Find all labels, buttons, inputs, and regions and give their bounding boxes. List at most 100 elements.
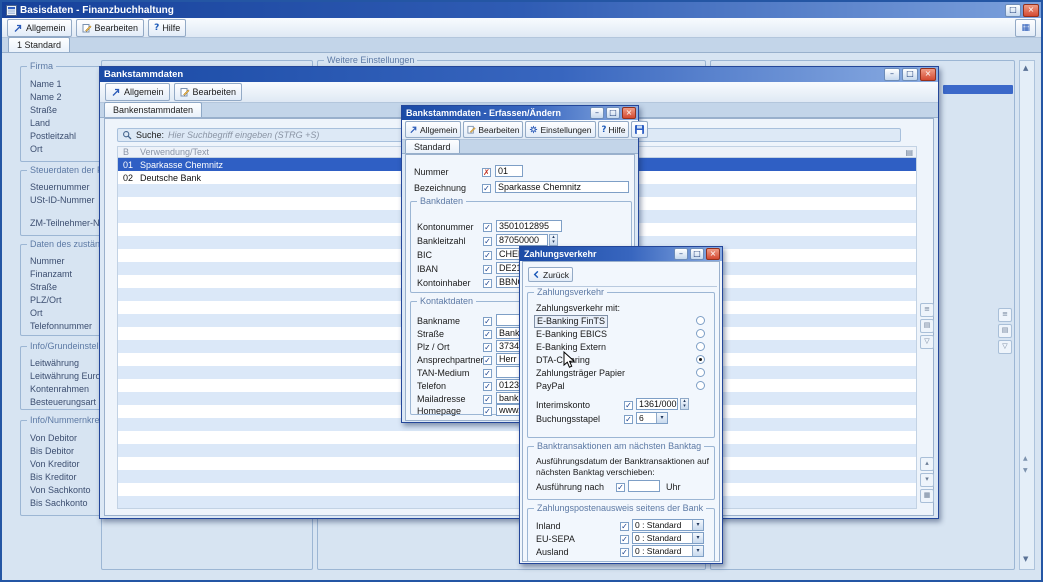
- ausfuehrung-input[interactable]: [628, 480, 660, 492]
- zurueck-button[interactable]: Zurück: [528, 267, 573, 282]
- scroll-up-icon[interactable]: ▲: [1023, 64, 1028, 72]
- bankname-checkbox[interactable]: ✓: [483, 317, 492, 326]
- vertical-scrollbar[interactable]: ▲ ▲ ▼ ▼: [1019, 60, 1035, 570]
- stepper-down-icon[interactable]: ▾: [550, 240, 557, 245]
- document-icon[interactable]: ▤: [998, 324, 1012, 338]
- menu-bearbeiten-button[interactable]: Bearbeiten: [463, 121, 523, 138]
- menu-hilfe-button[interactable]: ? Hilfe: [598, 121, 630, 138]
- bank-list-titlebar[interactable]: Bankstammdaten – □ ×: [100, 67, 938, 82]
- interimskonto-stepper[interactable]: ▴▾: [680, 398, 689, 410]
- ausfuehrung-checkbox[interactable]: ✓: [616, 483, 625, 492]
- nummer-lock-checkbox[interactable]: ✗: [482, 168, 491, 177]
- stepper-down-icon[interactable]: ▾: [681, 404, 688, 409]
- tab-bankenstammdaten[interactable]: Bankenstammdaten: [104, 102, 202, 117]
- option-zahlungstraeger-papier[interactable]: Zahlungsträger Papier: [536, 368, 625, 379]
- document-icon[interactable]: ▤: [905, 148, 916, 157]
- maximize-button[interactable]: □: [902, 68, 918, 81]
- list-icon[interactable]: ≡: [998, 308, 1012, 322]
- bankleitzahl-stepper[interactable]: ▴▾: [549, 234, 558, 246]
- radio-paypal[interactable]: [696, 381, 705, 390]
- eusepa-select[interactable]: 0 : Standard ▾: [632, 532, 704, 544]
- grid-icon[interactable]: ▦: [920, 489, 934, 503]
- minimize-button[interactable]: –: [590, 107, 604, 119]
- interimskonto-input[interactable]: 1361/000: [636, 398, 678, 410]
- maximize-button[interactable]: □: [606, 107, 620, 119]
- homepage-checkbox[interactable]: ✓: [483, 407, 492, 416]
- bic-checkbox[interactable]: ✓: [483, 251, 492, 260]
- buchungsstapel-select[interactable]: 6 ▾: [636, 412, 668, 424]
- bankleitzahl-checkbox[interactable]: ✓: [483, 237, 492, 246]
- uhr-label: Uhr: [666, 482, 681, 493]
- bankleitzahl-input[interactable]: 87050000: [496, 234, 548, 246]
- radio-ebanking-extern[interactable]: [696, 342, 705, 351]
- mailadresse-label: Mailadresse: [417, 394, 466, 405]
- page-up-icon[interactable]: ▲: [1023, 455, 1028, 462]
- radio-ebanking-ebics[interactable]: [696, 329, 705, 338]
- zahlungsverkehr-titlebar[interactable]: Zahlungsverkehr – □ ×: [520, 247, 722, 261]
- option-paypal[interactable]: PayPal: [536, 381, 565, 392]
- mailadresse-checkbox[interactable]: ✓: [483, 395, 492, 404]
- option-ebanking-ebics[interactable]: E-Banking EBICS: [536, 329, 607, 340]
- menu-bearbeiten-button[interactable]: Bearbeiten: [174, 83, 243, 101]
- option-ebanking-fints[interactable]: E-Banking FinTS: [534, 315, 608, 328]
- bezeichnung-checkbox[interactable]: ✓: [482, 184, 491, 193]
- radio-dta-clearing-selected[interactable]: [696, 355, 705, 364]
- maximize-button[interactable]: □: [690, 248, 704, 260]
- close-button[interactable]: ×: [622, 107, 636, 119]
- zahlungsverkehr-fieldset: Zahlungsverkehr Zahlungsverkehr mit: E-B…: [527, 292, 715, 438]
- down-icon[interactable]: ▾: [920, 473, 934, 487]
- bezeichnung-input[interactable]: Sparkasse Chemnitz: [495, 181, 629, 193]
- telefon-checkbox[interactable]: ✓: [483, 382, 492, 391]
- nummer-input[interactable]: 01: [495, 165, 523, 177]
- up-icon[interactable]: ▴: [920, 457, 934, 471]
- document-icon[interactable]: ▤: [920, 319, 934, 333]
- highlighted-row[interactable]: [943, 85, 1013, 94]
- menu-bearbeiten-button[interactable]: Bearbeiten: [76, 19, 145, 37]
- buchungsstapel-checkbox[interactable]: ✓: [624, 415, 633, 424]
- menu-allgemein-button[interactable]: Allgemein: [7, 19, 72, 37]
- menu-einstellungen-button[interactable]: Einstellungen: [525, 121, 595, 138]
- close-button[interactable]: ×: [1023, 4, 1039, 17]
- menu-allgemein-button[interactable]: Allgemein: [405, 121, 461, 138]
- radio-ebanking-fints[interactable]: [696, 316, 705, 325]
- save-button[interactable]: [631, 121, 648, 138]
- close-button[interactable]: ×: [706, 248, 720, 260]
- row-name: Sparkasse Chemnitz: [140, 160, 223, 170]
- chevron-down-icon: ▾: [692, 533, 703, 543]
- banktag-text-1: Ausführungsdatum der Banktransaktionen a…: [536, 456, 709, 467]
- kontoinhaber-checkbox[interactable]: ✓: [483, 279, 492, 288]
- ausland-select[interactable]: 0 : Standard ▾: [632, 545, 704, 557]
- tab-1-standard[interactable]: 1 Standard: [8, 37, 70, 52]
- list-icon[interactable]: ≡: [920, 303, 934, 317]
- minimize-button[interactable]: –: [884, 68, 900, 81]
- ansprechpartner-label: Ansprechpartner: [417, 355, 484, 366]
- kontonummer-input[interactable]: 3501012895: [496, 220, 562, 232]
- inland-select[interactable]: 0 : Standard ▾: [632, 519, 704, 531]
- maximize-button[interactable]: □: [1005, 4, 1021, 17]
- minimize-button[interactable]: –: [674, 248, 688, 260]
- main-titlebar[interactable]: Basisdaten - Finanzbuchhaltung □ ×: [2, 2, 1041, 18]
- menu-hilfe-button[interactable]: ? Hilfe: [148, 19, 186, 37]
- filter-icon[interactable]: ▽: [998, 340, 1012, 354]
- postenausweis-fieldset: Zahlungspostenausweis seitens der Bank I…: [527, 508, 715, 562]
- layout-button[interactable]: ▦: [1015, 19, 1036, 37]
- ansprechpartner-checkbox[interactable]: ✓: [483, 356, 492, 365]
- filter-icon[interactable]: ▽: [920, 335, 934, 349]
- scroll-down-icon[interactable]: ▼: [1023, 555, 1028, 563]
- tab-standard[interactable]: Standard: [405, 139, 460, 153]
- inland-checkbox[interactable]: ✓: [620, 522, 629, 531]
- eusepa-checkbox[interactable]: ✓: [620, 535, 629, 544]
- menu-allgemein-button[interactable]: Allgemein: [105, 83, 170, 101]
- iban-checkbox[interactable]: ✓: [483, 265, 492, 274]
- tanmedium-checkbox[interactable]: ✓: [483, 369, 492, 378]
- page-down-icon[interactable]: ▼: [1023, 467, 1028, 474]
- strasse-checkbox[interactable]: ✓: [483, 330, 492, 339]
- bank-edit-titlebar[interactable]: Bankstammdaten - Erfassen/Ändern – □ ×: [402, 106, 638, 120]
- interimskonto-checkbox[interactable]: ✓: [624, 401, 633, 410]
- ausland-checkbox[interactable]: ✓: [620, 548, 629, 557]
- radio-zahlungstraeger-papier[interactable]: [696, 368, 705, 377]
- kontonummer-checkbox[interactable]: ✓: [483, 223, 492, 232]
- menu-bearbeiten-label: Bearbeiten: [193, 87, 237, 97]
- close-button[interactable]: ×: [920, 68, 936, 81]
- plzort-checkbox[interactable]: ✓: [483, 343, 492, 352]
